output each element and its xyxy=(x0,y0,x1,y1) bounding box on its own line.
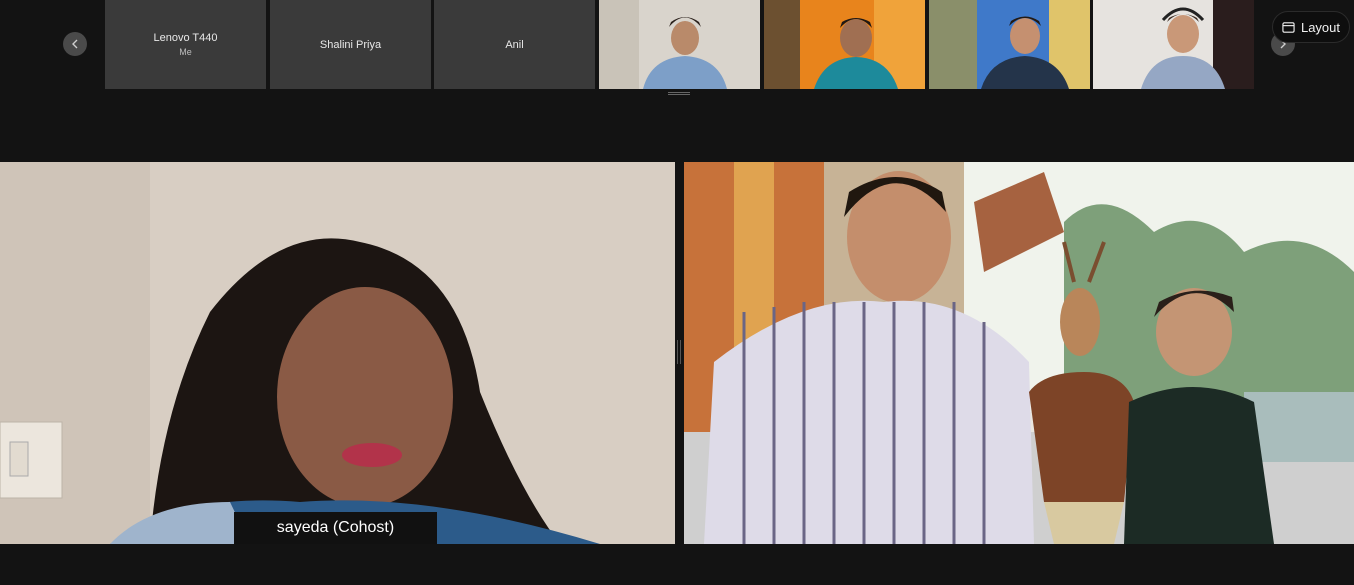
meeting-window: Lenovo T440 Me Shalini Priya Anil Layout… xyxy=(0,0,1354,585)
participant-video xyxy=(599,0,760,89)
participant-video xyxy=(929,0,1090,89)
participant-video-tile[interactable] xyxy=(764,0,925,89)
participant-name: Anil xyxy=(505,38,524,51)
participant-tile-shalini-priya[interactable]: Shalini Priya xyxy=(270,0,431,89)
participant-video-tile[interactable] xyxy=(1093,0,1254,89)
main-video-right[interactable] xyxy=(684,162,1354,544)
layout-button[interactable]: Layout xyxy=(1272,11,1350,43)
strip-resize-handle[interactable] xyxy=(668,92,690,95)
participant-video xyxy=(1093,0,1254,89)
participant-video-tile[interactable] xyxy=(929,0,1090,89)
layout-icon xyxy=(1282,21,1295,33)
participant-video xyxy=(0,162,675,544)
participant-video-tile[interactable] xyxy=(599,0,760,89)
strip-prev-button[interactable] xyxy=(63,32,87,56)
participant-name: Lenovo T440 xyxy=(153,32,218,44)
participant-me-label: Me xyxy=(179,47,192,57)
video-splitter-handle[interactable] xyxy=(677,340,681,364)
participant-video xyxy=(684,162,1354,544)
participant-video xyxy=(764,0,925,89)
participant-name: Shalini Priya xyxy=(319,38,382,51)
main-video-left[interactable] xyxy=(0,162,675,544)
participant-tile-lenovo-t440[interactable]: Lenovo T440 Me xyxy=(105,0,266,89)
layout-button-label: Layout xyxy=(1300,19,1341,35)
participant-tile-anil[interactable]: Anil xyxy=(434,0,595,89)
participant-name-label: sayeda (Cohost) xyxy=(234,512,437,544)
chevron-left-icon xyxy=(72,39,78,49)
